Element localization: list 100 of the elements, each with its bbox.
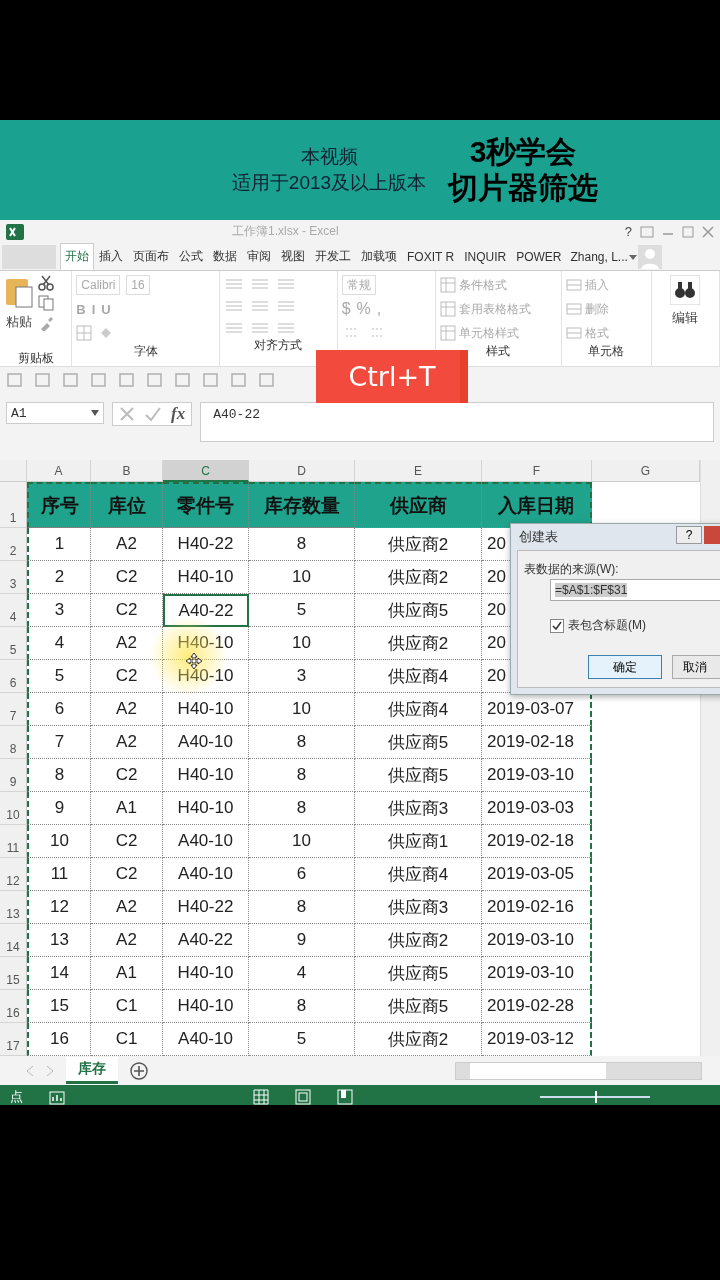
- table-cell: 8: [27, 759, 91, 792]
- ribbon-tab[interactable]: 审阅: [242, 243, 276, 270]
- table-cell: H40-10: [163, 957, 249, 990]
- cells-icon[interactable]: [565, 325, 582, 341]
- restore-icon[interactable]: [640, 225, 654, 238]
- table-cell: 供应商5: [355, 990, 482, 1023]
- table-cell: 10: [249, 693, 355, 726]
- help-icon[interactable]: ?: [624, 224, 632, 239]
- formula-field[interactable]: A40-22: [200, 402, 714, 442]
- row-header[interactable]: 14: [0, 924, 27, 957]
- row-header[interactable]: 1: [0, 482, 27, 528]
- row-header[interactable]: 13: [0, 891, 27, 924]
- sheet-tab[interactable]: 库存: [66, 1057, 118, 1084]
- ribbon-tab[interactable]: INQUIR: [459, 244, 512, 269]
- caret-icon[interactable]: [627, 252, 638, 261]
- row-header[interactable]: 3: [0, 561, 27, 594]
- column-header[interactable]: B: [91, 460, 163, 482]
- next-sheet-icon[interactable]: [46, 1065, 54, 1076]
- row-header[interactable]: 12: [0, 858, 27, 891]
- table-cell: H40-10: [163, 561, 249, 594]
- table-cell: C2: [91, 594, 163, 627]
- ribbon-tab[interactable]: 加载项: [356, 243, 402, 270]
- checkbox[interactable]: [550, 618, 564, 633]
- table-cell: 供应商3: [355, 792, 482, 825]
- row-header[interactable]: 6: [0, 660, 27, 693]
- ribbon-tab[interactable]: POWER: [511, 244, 567, 269]
- page-layout-icon[interactable]: [294, 1088, 311, 1105]
- cancel-button[interactable]: 取消: [672, 655, 720, 679]
- headline-line: 切片器筛选: [448, 170, 599, 206]
- binoculars-icon[interactable]: [670, 275, 701, 305]
- insert-function-button[interactable]: fx: [171, 404, 186, 424]
- style-grid-icon[interactable]: [439, 325, 456, 341]
- page-break-icon[interactable]: [336, 1088, 353, 1105]
- normal-view-icon[interactable]: [252, 1088, 269, 1105]
- editing-button[interactable]: 编辑: [672, 309, 699, 327]
- ok-button[interactable]: 确定: [588, 655, 662, 679]
- table-cell: 供应商2: [355, 528, 482, 561]
- style-grid-icon[interactable]: [439, 277, 456, 293]
- table-cell: A40-10: [163, 825, 249, 858]
- file-tab[interactable]: [2, 244, 56, 269]
- row-header[interactable]: 11: [0, 825, 27, 858]
- row-header[interactable]: 15: [0, 957, 27, 990]
- column-header[interactable]: E: [355, 460, 482, 482]
- borders-icon[interactable]: [76, 325, 93, 341]
- row-header[interactable]: 17: [0, 1023, 27, 1056]
- table-cell: C2: [91, 561, 163, 594]
- row-header[interactable]: 8: [0, 726, 27, 759]
- user-name[interactable]: Zhang, L...: [570, 249, 628, 264]
- ribbon-tab[interactable]: 数据: [208, 243, 242, 270]
- caret-icon[interactable]: [91, 410, 99, 416]
- row-header[interactable]: 4: [0, 594, 27, 627]
- table-cell: 供应商2: [355, 561, 482, 594]
- macro-icon[interactable]: [49, 1088, 65, 1105]
- maximize-icon[interactable]: [682, 225, 694, 238]
- cells-icon[interactable]: [565, 301, 582, 317]
- column-header[interactable]: F: [482, 460, 592, 482]
- row-header[interactable]: 10: [0, 792, 27, 825]
- table-cell: 2019-03-10: [482, 924, 592, 957]
- ribbon-tab[interactable]: 插入: [94, 243, 128, 270]
- excel-logo-icon: [6, 223, 24, 240]
- paste-button[interactable]: 粘贴: [6, 313, 32, 331]
- style-grid-icon[interactable]: [439, 301, 456, 317]
- horizontal-scrollbar[interactable]: [455, 1061, 702, 1080]
- cut-icon[interactable]: [38, 275, 54, 291]
- row-header[interactable]: 2: [0, 528, 27, 561]
- table-cell: 4: [27, 627, 91, 660]
- cells-icon[interactable]: [565, 277, 582, 293]
- range-field[interactable]: =$A$1:$F$31: [550, 579, 720, 601]
- row-header[interactable]: 9: [0, 759, 27, 792]
- select-all-corner[interactable]: [0, 460, 27, 482]
- help-button[interactable]: ?: [676, 526, 702, 544]
- table-cell: 8: [249, 759, 355, 792]
- column-header[interactable]: C: [163, 460, 249, 482]
- ribbon-tab[interactable]: FOXIT R: [402, 244, 460, 269]
- ribbon-tab[interactable]: 公式: [174, 243, 208, 270]
- column-header[interactable]: D: [249, 460, 355, 482]
- header-cell: 零件号: [163, 482, 249, 528]
- row-header[interactable]: 5: [0, 627, 27, 660]
- name-box[interactable]: A1: [6, 402, 104, 424]
- column-header[interactable]: A: [27, 460, 91, 482]
- ribbon-tab[interactable]: 开发工: [310, 243, 356, 270]
- table-cell: 供应商4: [355, 693, 482, 726]
- close-icon[interactable]: [702, 225, 714, 238]
- row-header[interactable]: 7: [0, 693, 27, 726]
- ribbon-tab[interactable]: 页面布: [128, 243, 174, 270]
- column-header[interactable]: G: [592, 460, 700, 482]
- name-box-text: A1: [11, 405, 27, 421]
- table-cell: A2: [91, 693, 163, 726]
- table-cell: 5: [27, 660, 91, 693]
- ribbon-tab[interactable]: 视图: [276, 243, 310, 270]
- table-cell: H40-10: [163, 693, 249, 726]
- add-sheet-icon[interactable]: [130, 1061, 148, 1080]
- cancel-icon[interactable]: [119, 406, 135, 422]
- row-header[interactable]: 16: [0, 990, 27, 1023]
- check-icon[interactable]: [145, 406, 161, 422]
- shortcut-overlay: Ctrl+T: [316, 350, 468, 403]
- ribbon-tab[interactable]: 开始: [60, 243, 94, 270]
- table-cell: 2019-02-18: [482, 825, 592, 858]
- table-cell: 8: [249, 891, 355, 924]
- prev-sheet-icon[interactable]: [26, 1065, 34, 1076]
